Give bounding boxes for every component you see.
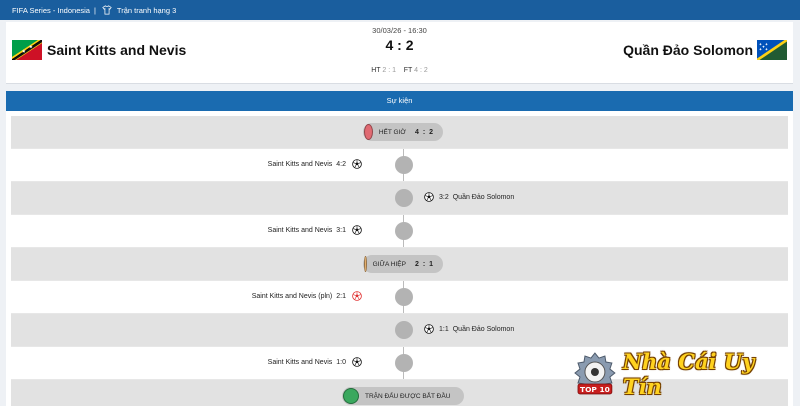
ht-score: 2 : 1 [382, 67, 396, 74]
top10-badge-text: TOP 10 [580, 385, 610, 394]
event-status-row: HẾT GIỜ 4 : 2 [11, 116, 788, 149]
solomon-islands-flag-icon: ✦ ✦ ✦ ✦ ✦ [757, 40, 787, 60]
ht-label: HT [371, 67, 381, 74]
event-team: Quần Đảo Solomon [452, 193, 515, 201]
timeline-dot [395, 222, 413, 240]
status-label: TRẬN ĐẤU ĐƯỢC BẮT ĐẦU [365, 392, 451, 400]
watermark-logo: TOP 10 Nhà Cái Uy Tín [573, 349, 800, 399]
event-score: 1:0 [336, 358, 346, 366]
penalty-ball-icon [352, 291, 362, 301]
soccer-ball-icon [424, 324, 434, 334]
match-datetime: 30/03/26 - 16:30 [372, 26, 427, 35]
event-team: Saint Kitts and Nevis [267, 358, 333, 366]
away-team-name: Quần Đảo Solomon [623, 42, 753, 58]
jersey-icon [102, 5, 112, 15]
timeline-dot [395, 321, 413, 339]
status-label: HẾT GIỜ [378, 128, 406, 136]
event-team: Saint Kitts and Nevis [267, 160, 333, 168]
competition-name[interactable]: FIFA Series - Indonesia [12, 6, 90, 15]
timeline-dot [395, 156, 413, 174]
status-indicator-icon [364, 256, 367, 272]
match-header: ★ ★ Saint Kitts and Nevis 30/03/26 - 16:… [6, 22, 793, 84]
status-label: GIỮA HIỆP [372, 260, 406, 268]
home-goal-event: Saint Kitts and Nevis 1:0 [268, 357, 362, 367]
timeline-dot [395, 354, 413, 372]
status-indicator-icon [364, 124, 373, 140]
event-team: Quần Đảo Solomon [452, 325, 515, 333]
events-section-header: Sự kiện [6, 91, 793, 111]
soccer-ball-icon [424, 192, 434, 202]
status-pill: HẾT GIỜ 4 : 2 [363, 123, 443, 141]
status-score: 2 : 1 [414, 260, 434, 268]
status-pill: GIỮA HIỆP 2 : 1 [363, 255, 443, 273]
home-goal-event: Saint Kitts and Nevis 3:1 [268, 225, 362, 235]
status-pill: TRẬN ĐẤU ĐƯỢC BẮT ĐẦU [342, 387, 464, 405]
status-indicator-icon [343, 388, 359, 404]
event-team: Saint Kitts and Nevis (pln) [251, 292, 333, 300]
ft-score: 4 : 2 [414, 67, 428, 74]
match-round: Trận tranh hạng 3 [116, 5, 177, 15]
event-status-row: GIỮA HIỆP 2 : 1 [11, 248, 788, 281]
timeline-dot [395, 288, 413, 306]
event-goal-row: Saint Kitts and Nevis 4:2 [11, 149, 788, 182]
home-goal-event: Saint Kitts and Nevis 4:2 [268, 159, 362, 169]
competition-bar: FIFA Series - Indonesia | Trận tranh hạn… [0, 0, 800, 20]
event-team: Saint Kitts and Nevis [267, 226, 333, 234]
event-score: 4:2 [336, 160, 346, 168]
event-score: 1:1 [439, 325, 449, 333]
event-score: 3:2 [439, 193, 449, 201]
ft-label: FT [403, 67, 413, 74]
soccer-ball-icon [352, 357, 362, 367]
top10-badge-icon: TOP 10 [574, 352, 616, 395]
away-goal-event: 1:1 Quần Đảo Solomon [424, 324, 514, 334]
competition-separator: | [93, 5, 96, 15]
status-score: 4 : 2 [414, 128, 434, 136]
event-score: 2:1 [336, 292, 346, 300]
timeline-dot [395, 189, 413, 207]
half-full-time-scores: HT 2 : 1 FT 4 : 2 [6, 67, 793, 74]
event-goal-row: 1:1 Quần Đảo Solomon [11, 314, 788, 347]
home-goal-event: Saint Kitts and Nevis (pln) 2:1 [252, 291, 362, 301]
away-team[interactable]: Quần Đảo Solomon ✦ ✦ ✦ ✦ ✦ [623, 40, 787, 60]
event-goal-row: 3:2 Quần Đảo Solomon [11, 182, 788, 215]
event-goal-row: Saint Kitts and Nevis 3:1 [11, 215, 788, 248]
event-goal-row: Saint Kitts and Nevis (pln) 2:1 [11, 281, 788, 314]
soccer-ball-icon [352, 225, 362, 235]
soccer-ball-icon [352, 159, 362, 169]
away-goal-event: 3:2 Quần Đảo Solomon [424, 192, 514, 202]
event-score: 3:1 [336, 226, 346, 234]
watermark-brand: Nhà Cái Uy Tín [622, 349, 755, 399]
